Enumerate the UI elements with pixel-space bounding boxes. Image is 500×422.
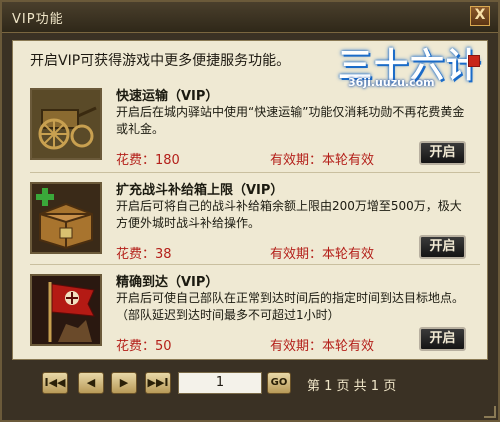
page-number-input[interactable]: 1 [178,372,262,394]
next-page-button[interactable]: ▶ [111,372,137,394]
item-name: 快速运输（VIP） [116,89,219,104]
item-description: 开启后可将自己的战斗补给箱余额上限由200万增至500万，极大方便外城时战斗补给… [116,199,462,230]
page-info: 第 1 页 共 1 页 [307,379,397,394]
divider [30,264,480,265]
item-name: 扩充战斗补给箱上限（VIP） [116,183,284,198]
open-button[interactable]: 开启 [419,141,466,165]
war-flag-icon [30,274,102,346]
last-page-button[interactable]: ▶▶I [145,372,171,394]
open-button[interactable]: 开启 [419,327,466,351]
item-description: 开启后可使自己部队在正常到达时间后的指定时间到达目标地点。（部队延迟到达时间最多… [116,291,465,322]
vip-item-precise-arrival: 精确到达（VIP） 开启后可使自己部队在正常到达时间后的指定时间到达目标地点。（… [30,270,480,362]
pagination: I◀◀ ◀ ▶ ▶▶I 1 GO 第 1 页 共 1 页 [2,366,498,404]
title-bar: VIP功能 X [2,2,498,33]
prev-page-button[interactable]: ◀ [78,372,104,394]
first-page-button[interactable]: I◀◀ [42,372,68,394]
item-validity: 有效期：本轮有效 [270,153,375,168]
item-validity: 有效期：本轮有效 [270,339,375,354]
cart-icon [30,88,102,160]
divider [30,172,480,173]
open-button[interactable]: 开启 [419,235,466,259]
window-title: VIP功能 [12,12,64,27]
item-cost: 花费：50 [116,339,172,354]
item-cost: 花费：180 [116,153,180,168]
vip-window: VIP功能 X 开启VIP可获得游戏中更多便捷服务功能。 三十六计 36ji.u… [0,0,500,422]
intro-text: 开启VIP可获得游戏中更多便捷服务功能。 [30,53,291,69]
item-name: 精确到达（VIP） [116,275,219,290]
vip-item-supply-box: 扩充战斗补给箱上限（VIP） 开启后可将自己的战斗补给箱余额上限由200万增至5… [30,178,480,270]
resize-handle[interactable] [484,406,496,418]
item-description: 开启后在城内驿站中使用“快速运输”功能仅消耗功勋不再花费黄金或礼金。 [116,105,465,136]
item-cost: 花费：38 [116,247,172,262]
go-button[interactable]: GO [267,372,291,394]
close-button[interactable]: X [470,6,490,26]
supply-box-icon [30,182,102,254]
logo-stamp-icon [468,55,480,67]
vip-item-fast-transport: 快速运输（VIP） 开启后在城内驿站中使用“快速运输”功能仅消耗功勋不再花费黄金… [30,84,480,176]
item-validity: 有效期：本轮有效 [270,247,375,262]
